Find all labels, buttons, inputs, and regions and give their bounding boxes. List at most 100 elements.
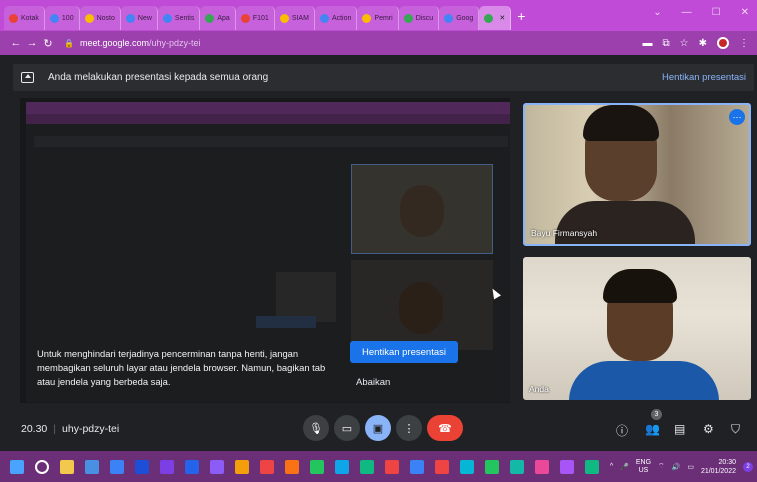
new-tab-icon[interactable]: + (517, 8, 525, 24)
share-icon[interactable]: ⧉ (663, 38, 670, 49)
camera-icon[interactable]: ▬ (643, 38, 653, 49)
browser-tab[interactable]: Kotak (4, 6, 45, 30)
activities-icon[interactable]: ⚙ (703, 422, 714, 436)
meeting-code: uhy-pdzy-tei (62, 423, 120, 435)
windows-start-icon[interactable] (10, 459, 24, 474)
browser-tab[interactable]: ✕ (479, 6, 512, 30)
wifi-icon[interactable]: ⌔ (658, 462, 665, 471)
battery-icon[interactable]: ▭ (687, 463, 694, 471)
url-input[interactable]: 🔒 meet.google.com/uhy-pdzy-tei (64, 38, 201, 48)
favicon-icon (49, 13, 59, 23)
participant-tile[interactable]: ⋯ Bayu Firmansyah (523, 103, 751, 246)
participant-name: Anda (529, 384, 549, 394)
taskbar-app-icon[interactable] (435, 459, 449, 474)
taskbar-app-icon[interactable] (85, 459, 99, 474)
taskbar-app-icon[interactable] (360, 459, 374, 474)
browser-tab[interactable]: SIAM (274, 6, 315, 30)
favicon-icon (205, 13, 215, 23)
browser-tab[interactable]: Nosto (79, 6, 121, 30)
taskbar-app-icon[interactable] (460, 459, 474, 474)
taskbar-app-icon[interactable] (210, 459, 224, 474)
taskbar-app-icon[interactable] (185, 459, 199, 474)
taskbar-app-icon[interactable] (410, 459, 424, 474)
presenting-text: Anda melakukan presentasi kepada semua o… (48, 72, 269, 83)
close-tab-icon[interactable]: ✕ (499, 14, 505, 22)
tab-label: Goog (456, 14, 474, 22)
taskbar-app-icon[interactable] (485, 459, 499, 474)
star-icon[interactable]: ☆ (680, 38, 689, 49)
favicon-icon (362, 13, 372, 23)
chevron-up-icon[interactable]: ^ (610, 463, 613, 470)
menu-icon[interactable]: ⋮ (739, 38, 749, 49)
ignore-button[interactable]: Abaikan (356, 377, 390, 388)
taskbar-app-icon[interactable] (110, 459, 124, 474)
search-icon[interactable] (35, 459, 49, 474)
browser-tab[interactable]: New (120, 6, 158, 30)
more-options-icon[interactable]: ⋯ (729, 109, 745, 125)
favicon-icon (403, 13, 413, 23)
taskbar-app-icon[interactable] (285, 459, 299, 474)
self-tile[interactable]: Anda (523, 257, 751, 400)
taskbar-app-icon[interactable] (335, 459, 349, 474)
close-icon[interactable]: ✕ (741, 7, 749, 18)
browser-tab[interactable]: Pemri (357, 6, 399, 30)
stop-presenting-link[interactable]: Hentikan presentasi (662, 72, 746, 83)
url-domain: meet.google.com (79, 38, 150, 48)
host-controls-icon[interactable]: ⛉ (731, 422, 740, 437)
taskbar-app-icon[interactable] (235, 459, 249, 474)
people-icon[interactable]: 👥 (645, 422, 660, 436)
minimize-icon[interactable]: — (682, 7, 692, 18)
presenting-banner: Anda melakukan presentasi kepada semua o… (13, 64, 754, 91)
microphone-icon: 🎙 (309, 422, 323, 435)
mic-tray-icon[interactable]: 🎤 (620, 463, 629, 471)
taskbar-app-icon[interactable] (160, 459, 174, 474)
browser-tab[interactable]: Sentis (157, 6, 201, 30)
browser-tab[interactable]: F101 (235, 6, 275, 30)
tab-label: Action (331, 14, 352, 22)
leave-call-button[interactable]: ☎ (427, 415, 463, 441)
browser-tab[interactable]: Discu (398, 6, 440, 30)
favicon-icon (279, 13, 289, 23)
info-icon[interactable]: ⓘ (616, 422, 628, 439)
hang-up-icon: ☎ (438, 422, 452, 435)
taskbar-app-icon[interactable] (385, 459, 399, 474)
stop-presenting-button[interactable]: Hentikan presentasi (350, 341, 458, 363)
url-path: /uhy-pdzy-tei (149, 38, 201, 48)
system-tray: ^ 🎤 ENG US ⌔ 🔊 ▭ 20:30 21/01/2022 2 (610, 451, 753, 482)
chat-icon[interactable]: ▤ (674, 422, 685, 436)
taskbar-app-icon[interactable] (260, 459, 274, 474)
taskbar-app-icon[interactable] (560, 459, 574, 474)
taskbar-app-icon[interactable] (60, 459, 74, 474)
browser-tab[interactable]: Action (314, 6, 358, 30)
taskbar-app-icon[interactable] (135, 459, 149, 474)
extensions-icon[interactable]: ✱ (699, 38, 707, 49)
taskbar-app-icon[interactable] (510, 459, 524, 474)
reload-icon[interactable]: ↻ (40, 37, 56, 50)
taskbar-app-icon[interactable] (535, 459, 549, 474)
browser-tab[interactable]: 100 (44, 6, 80, 30)
present-button[interactable]: ▣ (365, 415, 391, 441)
camera-button[interactable]: ▭ (334, 415, 360, 441)
back-icon[interactable]: ← (8, 37, 24, 49)
system-clock[interactable]: 20:30 21/01/2022 (701, 458, 736, 476)
tab-label: SIAM (291, 14, 309, 22)
window-controls: ⌄ — ☐ ✕ (653, 7, 749, 18)
browser-tab[interactable]: Apa (200, 6, 236, 30)
profile-avatar[interactable] (717, 37, 729, 49)
notification-badge[interactable]: 2 (743, 461, 753, 472)
forward-icon[interactable]: → (24, 37, 40, 49)
meeting-info: 20.30 | uhy-pdzy-tei (21, 423, 120, 435)
chevron-down-icon[interactable]: ⌄ (653, 7, 661, 18)
browser-tab[interactable]: Goog (439, 6, 480, 30)
favicon-icon (9, 13, 18, 23)
tab-label: Discu (415, 14, 434, 22)
language-indicator[interactable]: ENG US (636, 459, 651, 475)
favicon-icon (444, 13, 454, 23)
taskbar-app-icon[interactable] (585, 459, 599, 474)
more-options-button[interactable]: ⋮ (396, 415, 422, 441)
taskbar-app-icon[interactable] (310, 459, 324, 474)
tab-label: New (137, 14, 152, 22)
maximize-icon[interactable]: ☐ (712, 7, 721, 18)
volume-icon[interactable]: 🔊 (672, 463, 681, 471)
microphone-button[interactable]: 🎙 (303, 415, 329, 441)
